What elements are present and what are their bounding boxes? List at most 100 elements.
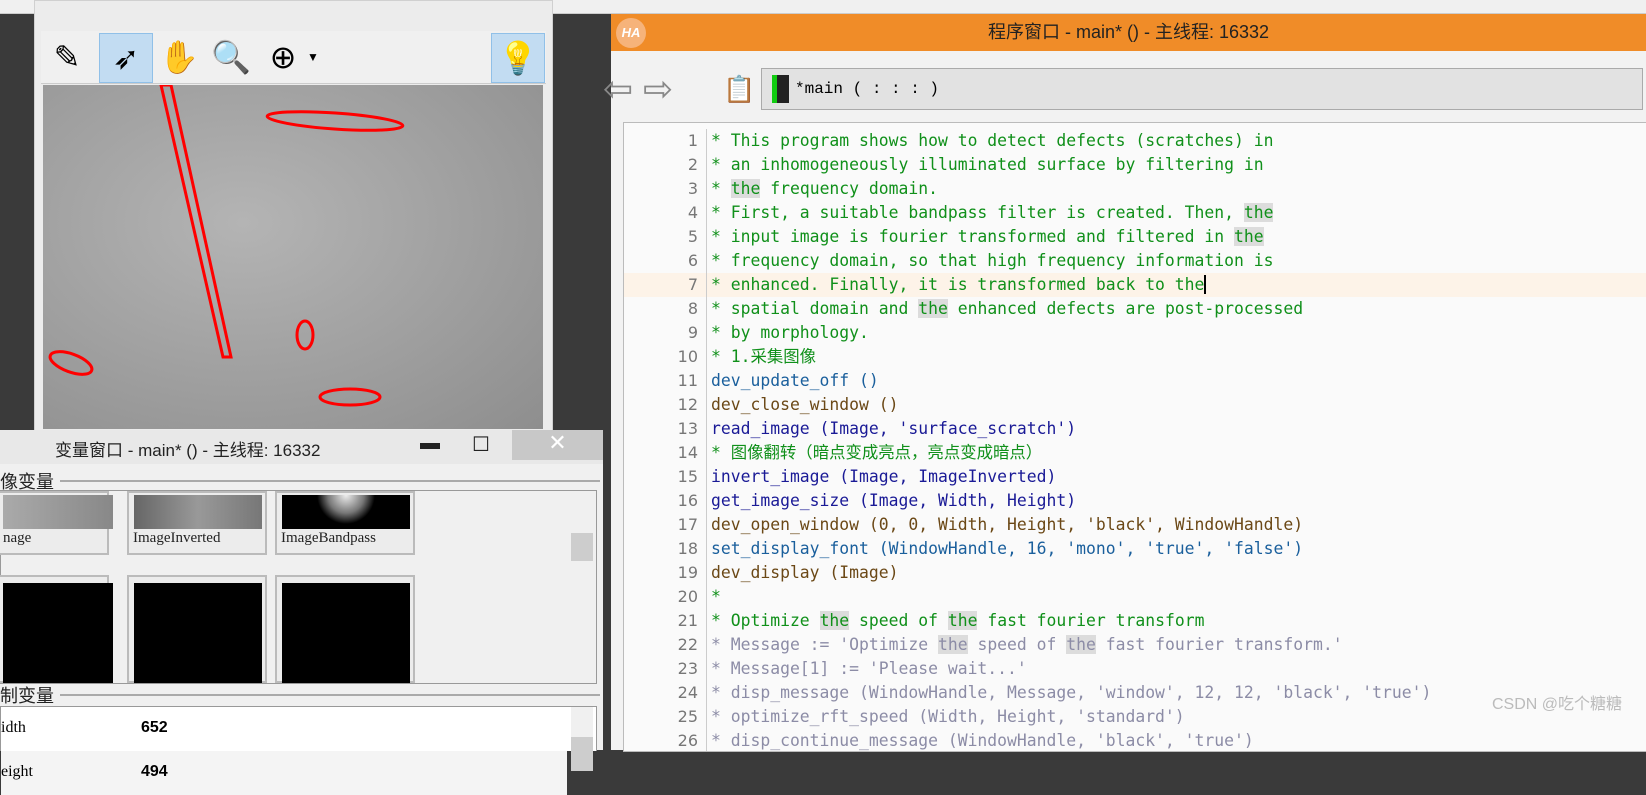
halcon-logo: HA (616, 18, 646, 48)
table-row[interactable]: idth 652 (1, 707, 567, 751)
code-segment: set_display_font (WindowHandle, 16, 'mon… (711, 539, 1304, 558)
code-segment: invert_image (Image, ImageInverted) (711, 467, 1057, 486)
code-line[interactable]: 7 * enhanced. Finally, it is transformed … (624, 273, 1646, 297)
code-text: * (706, 585, 721, 609)
code-segment: get_image_size (Image, Width, Height) (711, 491, 1077, 510)
code-segment: * 图像翻转（暗点变成亮点，亮点变成暗点） (711, 443, 1043, 462)
code-text: * Message := 'Optimize the speed of the … (706, 633, 1343, 657)
code-segment: * Message[1] := 'Please wait...' (711, 659, 1027, 678)
section-label: 制变量 (0, 686, 54, 706)
code-segment: read_image (Image, 'surface_scratch') (711, 419, 1077, 438)
line-number: 23 (677, 659, 698, 678)
minimize-button[interactable]: ▬ (420, 432, 440, 455)
code-line[interactable]: 19 dev_display (Image) (624, 561, 1646, 585)
code-segment: * frequency domain, so that high frequen… (711, 251, 1274, 270)
code-text: * the frequency domain. (706, 177, 938, 201)
zoom-in-icon[interactable]: ⊕ (257, 33, 309, 81)
code-segment: * This program shows how to detect defec… (711, 131, 1274, 150)
code-line[interactable]: 16 get_image_size (Image, Width, Height) (624, 489, 1646, 513)
code-segment: dev_open_window (0, 0, Width, Height, 'b… (711, 515, 1304, 534)
procedure-breadcrumb[interactable]: *main ( : : : ) (761, 68, 1643, 110)
code-line[interactable]: 1 * This program shows how to detect defe… (624, 129, 1646, 153)
code-text: * optimize_rft_speed (Width, Height, 'st… (706, 705, 1185, 729)
thumbnail-fft[interactable] (275, 575, 415, 683)
text-cursor (1204, 275, 1207, 294)
code-line[interactable]: 4 * First, a suitable bandpass filter is … (624, 201, 1646, 225)
code-line[interactable]: 17 dev_open_window (0, 0, Width, Height, … (624, 513, 1646, 537)
line-number: 15 (677, 467, 698, 486)
code-text: * an inhomogeneously illuminated surface… (706, 153, 1264, 177)
code-segment: * by morphology. (711, 323, 869, 342)
line-number: 19 (677, 563, 698, 582)
code-line[interactable]: 26 * disp_continue_message (WindowHandle,… (624, 729, 1646, 751)
code-segment: speed of (849, 611, 948, 630)
pointer-icon[interactable]: ➶ (99, 33, 153, 83)
code-line[interactable]: 3 * the frequency domain. (624, 177, 1646, 201)
thumbnail-fft[interactable] (127, 575, 267, 683)
line-number: 13 (677, 419, 698, 438)
code-line[interactable]: 23 * Message[1] := 'Please wait...' (624, 657, 1646, 681)
code-line[interactable]: 5 * input image is fourier transformed an… (624, 225, 1646, 249)
search-highlight: the (937, 635, 968, 654)
thumbnail-image-inverted[interactable]: ImageInverted (127, 491, 267, 555)
code-editor[interactable]: 1 * This program shows how to detect defe… (623, 122, 1646, 752)
forward-arrow-icon[interactable]: ⇨ (643, 68, 673, 110)
code-text: dev_close_window () (706, 393, 899, 417)
code-segment: * disp_message (WindowHandle, Message, '… (711, 683, 1432, 702)
line-number: 11 (677, 371, 698, 390)
code-line[interactable]: 21 * Optimize the speed of the fast fouri… (624, 609, 1646, 633)
search-highlight: the (1243, 203, 1274, 222)
code-line[interactable]: 2 * an inhomogeneously illuminated surfac… (624, 153, 1646, 177)
chevron-down-icon[interactable]: ▼ (303, 33, 323, 81)
pan-hand-icon[interactable]: ✋ (153, 33, 205, 81)
code-segment: * enhanced. Finally, it is transformed b… (711, 275, 1205, 294)
code-segment: * 1.采集图像 (711, 347, 817, 366)
maximize-button[interactable]: ☐ (472, 432, 490, 457)
code-line[interactable]: 12 dev_close_window () (624, 393, 1646, 417)
thumbnail-fft[interactable] (0, 575, 113, 683)
code-line[interactable]: 18 set_display_font (WindowHandle, 16, 'm… (624, 537, 1646, 561)
clipboard-icon[interactable]: 📋 (723, 74, 755, 105)
code-text: * Optimize the speed of the fast fourier… (706, 609, 1204, 633)
image-display[interactable] (43, 85, 543, 429)
thumbnail-image[interactable]: nage (0, 491, 113, 555)
code-text: invert_image (Image, ImageInverted) (706, 465, 1056, 489)
code-line[interactable]: 15 invert_image (Image, ImageInverted) (624, 465, 1646, 489)
line-number: 22 (677, 635, 698, 654)
line-number: 12 (677, 395, 698, 414)
code-segment: * spatial domain and (711, 299, 919, 318)
edit-roi-icon[interactable]: ✎ (41, 33, 93, 81)
code-text: * Message[1] := 'Please wait...' (706, 657, 1027, 681)
code-text: * 1.采集图像 (706, 345, 816, 369)
scrollbar[interactable] (571, 491, 593, 681)
scratch-region (159, 85, 233, 359)
lightbulb-icon[interactable]: 💡 (491, 33, 545, 83)
graphics-toolbar: ✎ ➶ ✋ 🔍 ⊕ ▼ 💡 (41, 31, 546, 84)
code-line[interactable]: 22 * Message := 'Optimize the speed of th… (624, 633, 1646, 657)
code-segment: frequency domain. (760, 179, 938, 198)
line-number: 6 (687, 251, 698, 270)
code-text: dev_display (Image) (706, 561, 899, 585)
program-window: HA 程序窗口 - main* () - 主线程: 16332 ⇦ ⇨ 📋 *m… (603, 14, 1646, 752)
code-line[interactable]: 9 * by morphology. (624, 321, 1646, 345)
scratch-region (318, 387, 382, 407)
code-line[interactable]: 8 * spatial domain and the enhanced defec… (624, 297, 1646, 321)
thumbnail-image-bandpass[interactable]: ImageBandpass (275, 491, 415, 555)
magnify-icon[interactable]: 🔍 (205, 33, 257, 81)
code-line[interactable]: 13 read_image (Image, 'surface_scratch') (624, 417, 1646, 441)
code-text: dev_update_off () (706, 369, 879, 393)
code-segment: dev_close_window () (711, 395, 899, 414)
code-line[interactable]: 20 * (624, 585, 1646, 609)
scratch-region (265, 110, 405, 132)
back-arrow-icon[interactable]: ⇦ (603, 68, 633, 110)
watermark: CSDN @吃个糖糖 (1491, 696, 1622, 713)
code-line[interactable]: 14 * 图像翻转（暗点变成亮点，亮点变成暗点） (624, 441, 1646, 465)
line-number: 26 (677, 731, 698, 750)
code-line[interactable]: 10 * 1.采集图像 (624, 345, 1646, 369)
table-row[interactable]: eight 494 (1, 751, 567, 795)
code-line[interactable]: 6 * frequency domain, so that high freque… (624, 249, 1646, 273)
code-line[interactable]: 11 dev_update_off () (624, 369, 1646, 393)
close-button[interactable]: ✕ (512, 430, 603, 460)
line-number: 5 (687, 227, 698, 246)
scrollbar[interactable] (571, 707, 593, 771)
